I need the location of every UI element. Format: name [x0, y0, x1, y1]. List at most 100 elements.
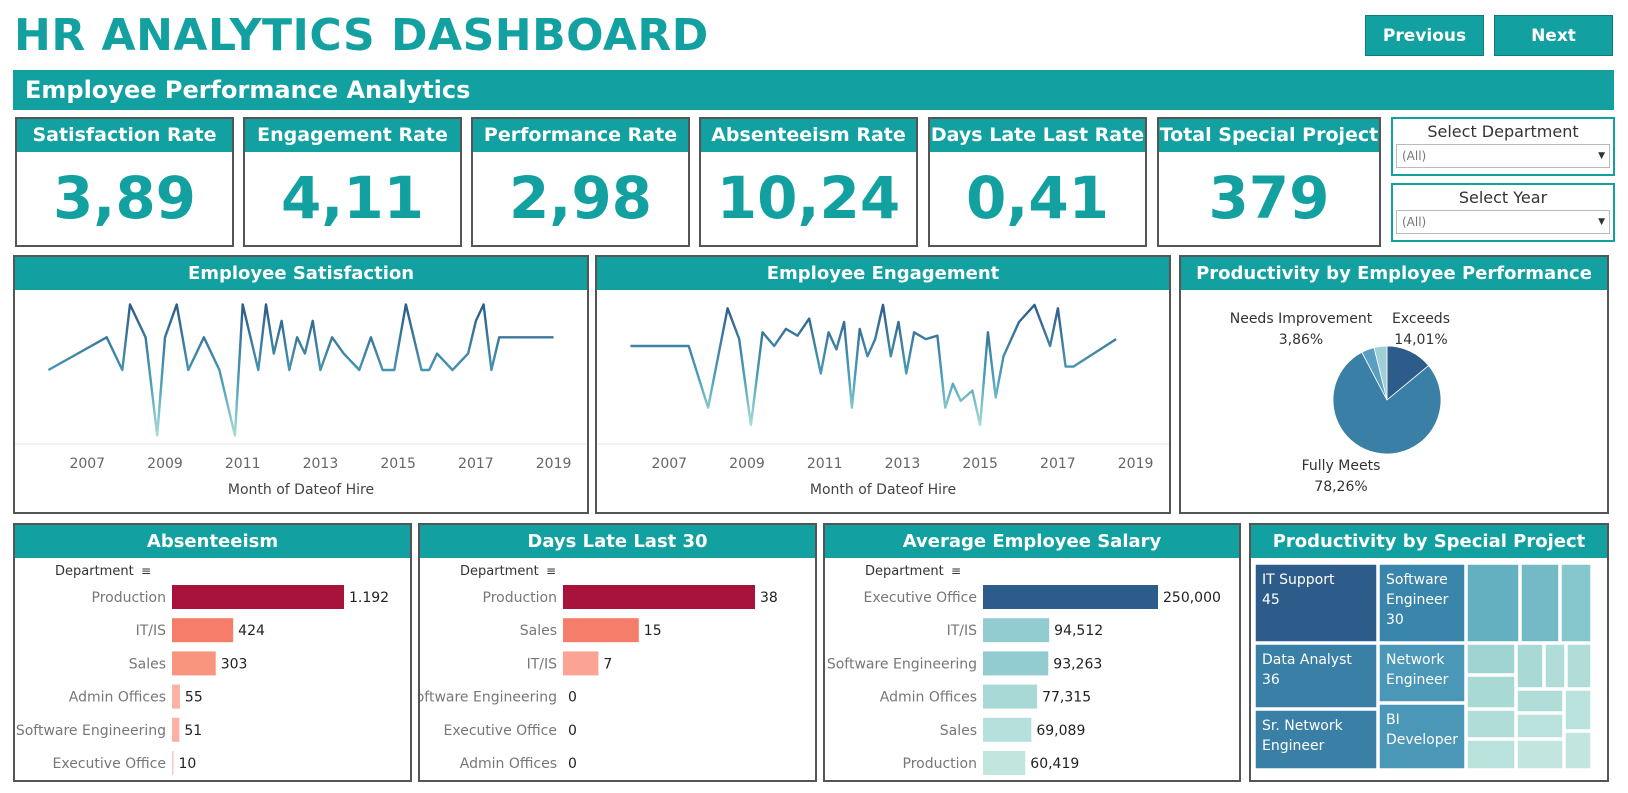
sort-icon: ≡	[141, 564, 151, 578]
treemap-cell	[1466, 675, 1516, 709]
filter-label: Select Year	[1458, 188, 1548, 207]
chart-title: Absenteeism	[15, 525, 410, 558]
slice-percent: 3,86%	[1279, 332, 1323, 348]
bar	[983, 684, 1038, 709]
chart-title: Productivity by Employee Performance	[1181, 257, 1607, 290]
category-label: Sales	[520, 623, 557, 639]
bar-value-label: 0	[568, 756, 577, 772]
treemap-cell	[1516, 739, 1564, 770]
chevron-down-icon[interactable]: ▼	[1598, 145, 1605, 167]
slice-percent: 14,01%	[1394, 332, 1447, 348]
bar-value-label: 15	[644, 623, 662, 639]
bar-value-label: 69,089	[1036, 723, 1085, 739]
bar-value-label: 10	[178, 756, 196, 772]
treemap-cell	[1520, 563, 1560, 643]
filter-label: Select Department	[1427, 122, 1579, 141]
next-button[interactable]: Next	[1494, 15, 1613, 56]
kpi-value: 4,11	[280, 164, 425, 232]
sort-icon: ≡	[951, 564, 961, 578]
slice-label: Fully Meets	[1302, 458, 1381, 474]
bar	[983, 618, 1050, 643]
kpi-card-satisfaction: Satisfaction Rate 3,89	[15, 117, 234, 247]
slice-label: Exceeds	[1392, 311, 1450, 327]
bar-value-label: 51	[184, 723, 202, 739]
series-line	[630, 303, 1117, 427]
category-label: Executive Office	[444, 723, 557, 739]
kpi-card-performance: Performance Rate 2,98	[471, 117, 690, 247]
bar-value-label: 303	[221, 656, 248, 672]
bar	[172, 618, 234, 643]
category-label: IT/IS	[527, 656, 558, 672]
chevron-down-icon[interactable]: ▼	[1598, 211, 1605, 233]
x-tick-label: 2011	[225, 456, 261, 472]
treemap-cell-label: 30	[1386, 612, 1404, 628]
bar	[172, 717, 180, 742]
previous-button[interactable]: Previous	[1365, 15, 1484, 56]
productivity-performance-panel: Productivity by Employee Performance Nee…	[1179, 255, 1609, 514]
bar-value-label: 7	[603, 656, 612, 672]
kpi-value: 3,89	[52, 164, 197, 232]
kpi-label: Performance Rate	[473, 119, 688, 152]
bar-value-label: 93,263	[1053, 656, 1102, 672]
category-label: Admin Offices	[69, 690, 166, 706]
category-label: Production	[92, 590, 166, 606]
bar	[983, 717, 1032, 742]
engagement-panel: Employee Engagement 2007 2009 2011 2013 2015…	[595, 255, 1171, 514]
x-axis-label: Month of Dateof Hire	[228, 482, 374, 498]
section-banner: Employee Performance Analytics	[13, 70, 1614, 110]
treemap-cell-label: Sr. Network	[1262, 718, 1344, 734]
chart-title: Days Late Last 30	[420, 525, 815, 558]
department-select[interactable]: (All) ▼	[1396, 144, 1610, 168]
bar	[563, 618, 639, 643]
x-tick-label: 2007	[651, 456, 687, 472]
x-tick-label: 2009	[729, 456, 765, 472]
category-label: Executive Office	[53, 756, 166, 772]
treemap-cell	[1544, 643, 1566, 689]
bar-value-label: 1.192	[349, 590, 389, 606]
special-project-treemap: IT Support 45 Data Analyst 36 Sr. Network Eng…	[1254, 563, 1592, 770]
kpi-label: Satisfaction Rate	[17, 119, 232, 152]
treemap-cell-label: Data Analyst	[1262, 652, 1352, 668]
department-filter: Select Department (All) ▼	[1391, 117, 1615, 176]
category-label: IT/IS	[136, 623, 167, 639]
x-tick-label: 2015	[380, 456, 416, 472]
series-line	[47, 303, 554, 437]
bar	[172, 585, 344, 609]
treemap-cell	[1466, 739, 1516, 770]
days-late-panel: Days Late Last 30 Department ≡ Production 3…	[407, 523, 817, 782]
bar	[983, 585, 1158, 609]
treemap-cell	[1466, 709, 1516, 739]
treemap-cell	[1466, 563, 1520, 643]
dashboard-title: HR ANALYTICS DASHBOARD	[14, 10, 709, 61]
kpi-label: Engagement Rate	[245, 119, 460, 152]
bar-value-label: 60,419	[1030, 756, 1079, 772]
performance-pie-chart: Needs Improvement 3,86% Exceeds 14,01% Fully…	[1230, 311, 1450, 495]
treemap-cell	[1516, 643, 1544, 689]
kpi-value: 2,98	[508, 164, 653, 232]
bar	[983, 651, 1049, 676]
x-tick-label: 2009	[147, 456, 183, 472]
treemap-cell	[1516, 689, 1564, 713]
satisfaction-line-chart: 2007 2009 2011 2013 2015 2017 2019 Month of Dat…	[15, 303, 587, 498]
chart-title: Employee Satisfaction	[15, 257, 587, 290]
sort-icon: ≡	[546, 564, 556, 578]
kpi-value: 379	[1208, 164, 1330, 232]
treemap-cell	[1466, 643, 1516, 675]
chart-title: Productivity by Special Project	[1251, 525, 1607, 558]
absenteeism-panel: Absenteeism Department ≡ Production 1.192 IT…	[13, 523, 412, 782]
treemap-cell-label: Software	[1386, 572, 1448, 588]
bar-value-label: 0	[568, 690, 577, 706]
treemap-cell-label: Network	[1386, 652, 1445, 668]
bar-value-label: 55	[185, 690, 203, 706]
year-select[interactable]: (All) ▼	[1396, 210, 1610, 234]
treemap-cell-label: Engineer	[1262, 738, 1325, 754]
bar-value-label: 94,512	[1054, 623, 1103, 639]
treemap-cell-label: Developer	[1386, 732, 1458, 748]
select-value: (All)	[1402, 215, 1427, 229]
bar	[563, 651, 599, 676]
y-axis-title: Department	[55, 564, 134, 579]
x-tick-label: 2013	[885, 456, 921, 472]
salary-bar-chart: Department ≡ Executive Office 250,000 IT/IS 9…	[827, 564, 1221, 775]
kpi-label: Days Late Last Rate	[930, 119, 1145, 152]
treemap-cell-label: IT Support	[1262, 572, 1335, 588]
